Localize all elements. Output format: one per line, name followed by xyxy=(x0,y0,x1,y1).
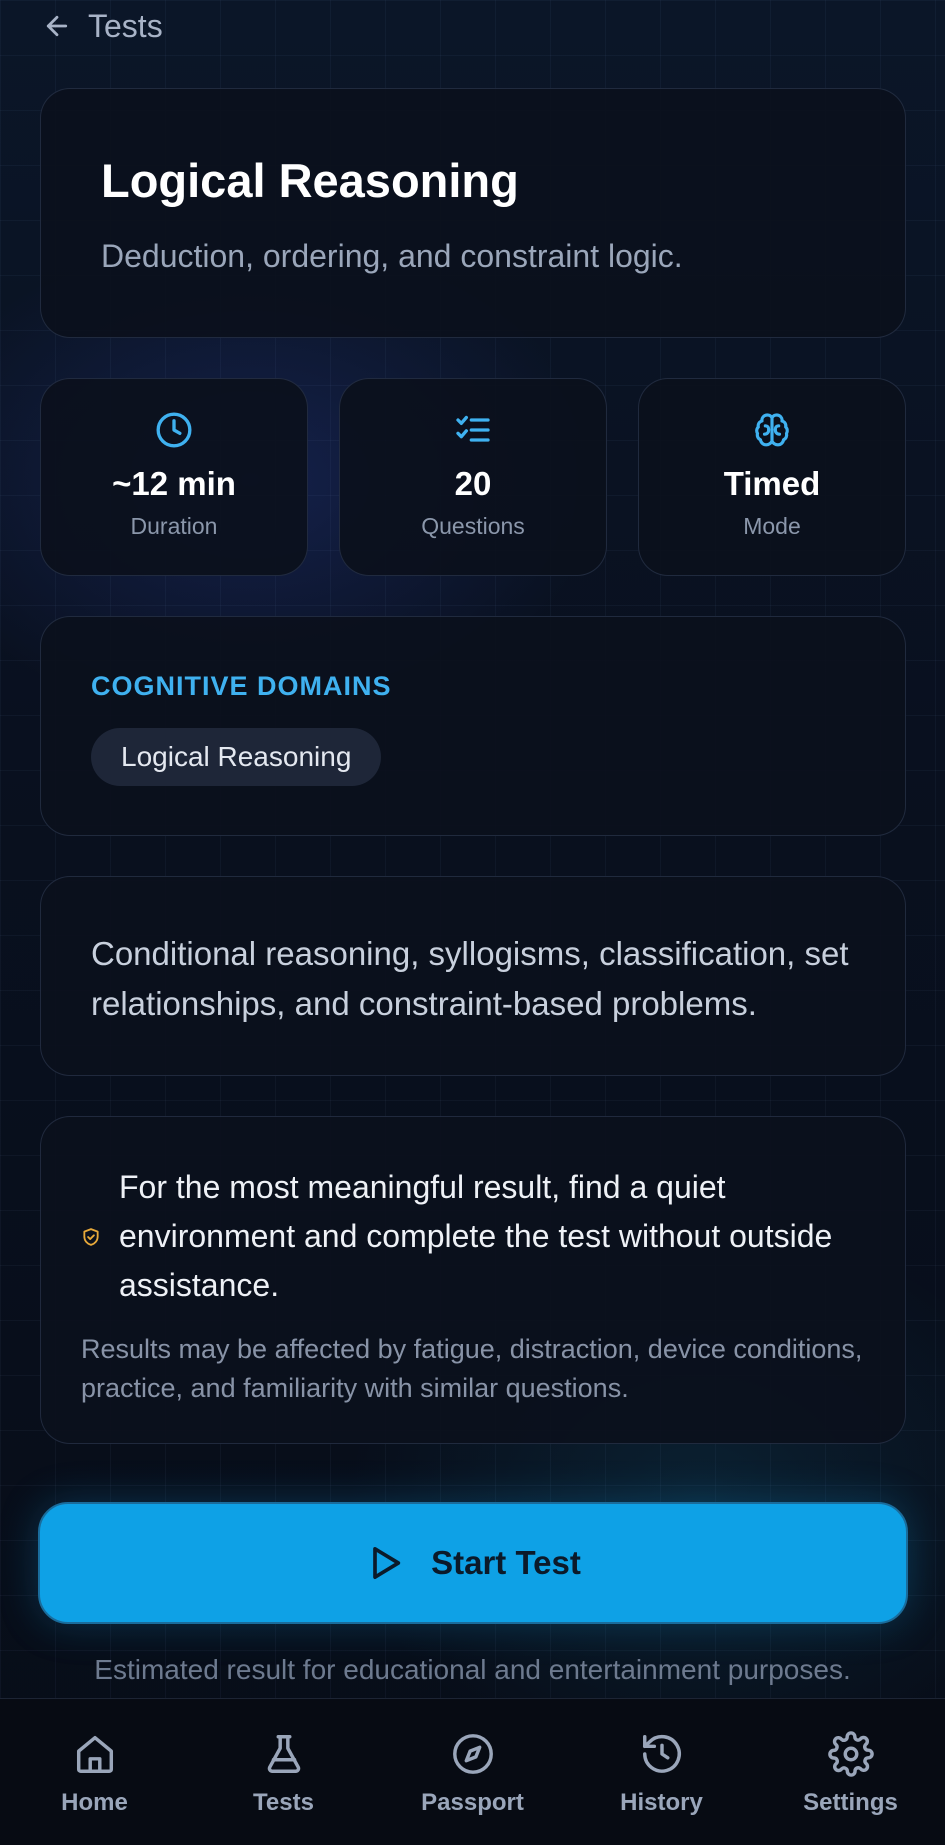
nav-item-tests[interactable]: Tests xyxy=(204,1729,364,1817)
domains-heading: COGNITIVE DOMAINS xyxy=(91,671,392,701)
notice-sub-text: Results may be affected by fatigue, dist… xyxy=(81,1334,863,1403)
nav-item-home[interactable]: Home xyxy=(15,1729,175,1817)
start-test-label: Start Test xyxy=(431,1544,581,1581)
stat-label: Questions xyxy=(421,513,525,539)
brain-icon xyxy=(751,409,793,451)
stat-label: Duration xyxy=(130,513,218,539)
nav-item-settings[interactable]: Settings xyxy=(771,1729,931,1817)
stat-value: ~12 min xyxy=(112,465,236,502)
test-subtitle: Deduction, ordering, and constraint logi… xyxy=(101,238,683,274)
nav-label: History xyxy=(620,1789,703,1816)
back-button[interactable] xyxy=(40,9,74,43)
stat-value: Timed xyxy=(723,465,821,502)
nav-item-history[interactable]: History xyxy=(582,1729,742,1817)
nav-item-passport[interactable]: Passport xyxy=(393,1729,553,1817)
gear-icon xyxy=(826,1729,876,1779)
test-header-card: Logical Reasoning Deduction, ordering, a… xyxy=(40,88,906,338)
test-description: Conditional reasoning, syllogisms, class… xyxy=(91,935,849,1022)
cognitive-domains-card: COGNITIVE DOMAINS Logical Reasoning xyxy=(40,616,906,836)
nav-label: Home xyxy=(61,1789,128,1816)
stat-questions: 20 Questions xyxy=(339,378,607,576)
shield-icon xyxy=(83,1227,99,1246)
history-icon xyxy=(637,1729,687,1779)
stat-label: Mode xyxy=(743,513,801,539)
test-notice-card: For the most meaningful result, find a q… xyxy=(40,1116,906,1444)
top-bar: Tests xyxy=(40,4,163,48)
nav-label: Settings xyxy=(803,1789,898,1816)
test-title: Logical Reasoning xyxy=(101,154,519,207)
stat-value: 20 xyxy=(454,465,492,502)
flask-icon xyxy=(259,1729,309,1779)
clock-icon xyxy=(153,409,195,451)
page-title: Tests xyxy=(88,7,163,44)
arrow-left-icon xyxy=(46,15,68,37)
checklist-icon xyxy=(452,409,494,451)
nav-label: Tests xyxy=(253,1789,314,1816)
disclaimer-text: Estimated result for educational and ent… xyxy=(94,1654,851,1685)
play-icon xyxy=(373,1547,401,1579)
test-description-card: Conditional reasoning, syllogisms, class… xyxy=(40,876,906,1076)
nav-label: Passport xyxy=(421,1789,524,1816)
start-test-button[interactable]: Start Test xyxy=(38,1502,908,1624)
notice-main-text: For the most meaningful result, find a q… xyxy=(119,1169,833,1303)
bottom-nav: Home Tests Passport History Settings xyxy=(0,1698,945,1845)
stat-duration: ~12 min Duration xyxy=(40,378,308,576)
domain-chip: Logical Reasoning xyxy=(91,728,382,786)
home-icon xyxy=(70,1729,120,1779)
stat-mode: Timed Mode xyxy=(638,378,906,576)
compass-icon xyxy=(448,1729,498,1779)
